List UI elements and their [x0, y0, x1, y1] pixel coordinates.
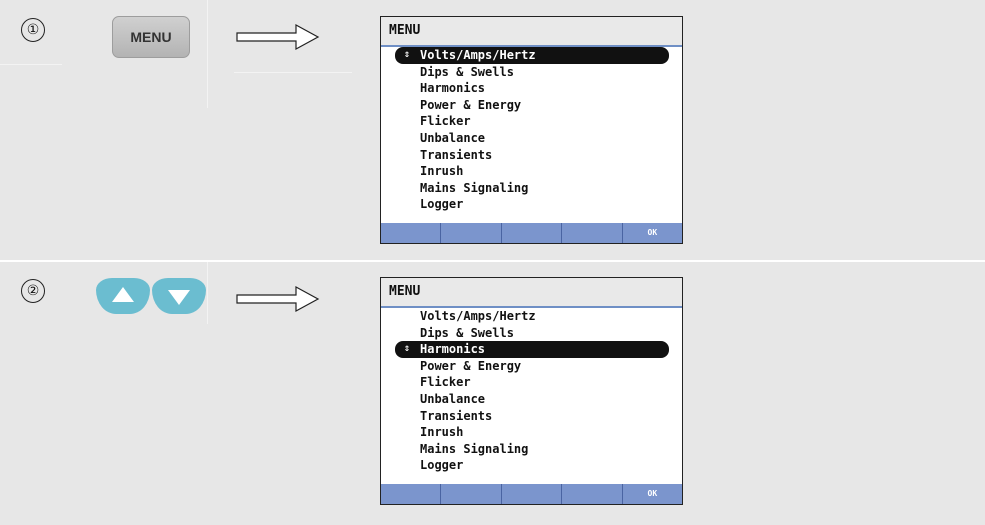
menu-item-label: Unbalance: [420, 130, 486, 145]
menu-item[interactable]: Dips & Swells: [381, 325, 682, 342]
softkey-bar: OK: [381, 484, 682, 504]
divider: [234, 72, 352, 73]
step-number: ②: [21, 279, 45, 303]
softkey-4[interactable]: [561, 484, 621, 504]
updown-selection-icon: ⇕: [404, 49, 411, 60]
menu-item[interactable]: Dips & Swells: [381, 64, 682, 81]
menu-item[interactable]: Mains Signaling: [381, 441, 682, 458]
softkey-1[interactable]: [381, 484, 440, 504]
menu-item[interactable]: ⇕ Volts/Amps/Hertz: [395, 47, 669, 64]
up-arrow-icon: [112, 287, 134, 302]
down-arrow-icon: [168, 290, 190, 305]
menu-item-label: Flicker: [420, 375, 471, 390]
menu-key-button[interactable]: MENU: [112, 16, 190, 58]
menu-item-label: Transients: [420, 147, 493, 162]
menu-item-label: Volts/Amps/Hertz: [420, 309, 536, 323]
menu-item[interactable]: Inrush: [381, 424, 682, 441]
menu-item[interactable]: Volts/Amps/Hertz: [381, 308, 682, 325]
down-arrow-key[interactable]: [152, 278, 206, 314]
right-arrow-icon: [236, 23, 320, 51]
softkey-5[interactable]: OK: [621, 223, 682, 243]
menu-item[interactable]: Harmonics: [381, 80, 682, 97]
menu-item-label: Logger: [420, 458, 464, 473]
menu-list: Volts/Amps/Hertz Dips & Swells ⇕ Harmonics P…: [381, 308, 682, 474]
instrument-screen: MENU ⇕ Volts/Amps/Hertz Dips & Swells Harmo…: [380, 16, 683, 244]
menu-item[interactable]: Flicker: [381, 113, 682, 130]
menu-item-label: Dips & Swells: [420, 325, 514, 340]
menu-item[interactable]: Transients: [381, 147, 682, 164]
softkey-3[interactable]: [500, 223, 561, 243]
menu-item-label: Harmonics: [420, 342, 486, 357]
menu-item-label: Unbalance: [420, 391, 486, 406]
menu-item[interactable]: Inrush: [381, 163, 682, 180]
menu-item[interactable]: Power & Energy: [381, 358, 682, 375]
screen-title: MENU: [381, 278, 682, 308]
menu-item-label: Dips & Swells: [420, 64, 514, 79]
step-1-row: ① MENU MENU ⇕ Volts/Amps/Hertz Dips & Swel…: [0, 0, 985, 260]
softkey-bar: OK: [381, 223, 682, 243]
softkey-2[interactable]: [440, 484, 500, 504]
softkey-2[interactable]: [440, 223, 500, 243]
softkey-3[interactable]: [500, 484, 561, 504]
menu-item[interactable]: Power & Energy: [381, 97, 682, 114]
softkey-1[interactable]: [381, 223, 440, 243]
softkey-5[interactable]: OK: [621, 484, 682, 504]
menu-item[interactable]: Transients: [381, 408, 682, 425]
menu-list: ⇕ Volts/Amps/Hertz Dips & Swells Harmonics P…: [381, 47, 682, 213]
menu-item-label: Mains Signaling: [420, 441, 529, 456]
menu-item-label: Volts/Amps/Hertz: [420, 48, 536, 62]
menu-item-label: Logger: [420, 197, 464, 212]
up-arrow-key[interactable]: [96, 278, 150, 314]
instrument-screen: MENU Volts/Amps/Hertz Dips & Swells ⇕ Harmo…: [380, 277, 683, 505]
menu-item[interactable]: Mains Signaling: [381, 180, 682, 197]
menu-item-label: Transients: [420, 408, 493, 423]
menu-item[interactable]: Flicker: [381, 374, 682, 391]
updown-selection-icon: ⇕: [404, 343, 411, 355]
menu-item[interactable]: ⇕ Harmonics: [395, 341, 669, 358]
screen-title: MENU: [381, 17, 682, 47]
menu-item-label: Inrush: [420, 164, 464, 179]
divider: [207, 262, 208, 324]
step-number: ①: [21, 18, 45, 42]
divider: [207, 0, 208, 108]
step-2-row: ② MENU Volts/Amps/Hertz Dips & Swells ⇕ Har…: [0, 262, 985, 525]
menu-item-label: Inrush: [420, 425, 464, 440]
menu-item[interactable]: Unbalance: [381, 130, 682, 147]
menu-item-label: Mains Signaling: [420, 180, 529, 195]
divider: [0, 64, 62, 65]
right-arrow-icon: [236, 285, 320, 313]
menu-item-label: Power & Energy: [420, 358, 522, 373]
menu-item-label: Flicker: [420, 114, 471, 129]
menu-item[interactable]: Unbalance: [381, 391, 682, 408]
softkey-4[interactable]: [561, 223, 621, 243]
menu-item-label: Power & Energy: [420, 97, 522, 112]
menu-item[interactable]: Logger: [381, 196, 682, 213]
menu-item[interactable]: Logger: [381, 457, 682, 474]
menu-item-label: Harmonics: [420, 81, 486, 96]
